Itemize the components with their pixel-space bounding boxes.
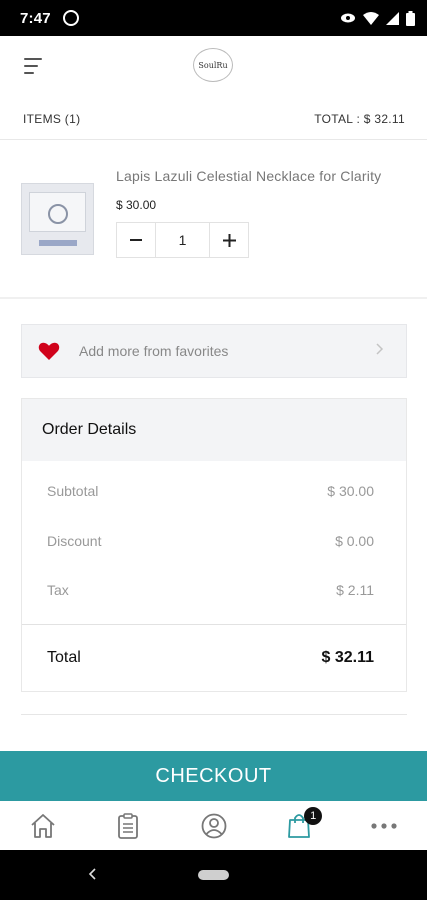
subtotal-label: Subtotal <box>47 483 99 499</box>
eye-icon <box>341 13 355 23</box>
bottom-tab-bar: 1 <box>0 801 427 850</box>
total-row: Total $ 32.11 <box>22 649 406 667</box>
plus-icon <box>222 233 236 247</box>
tab-cart[interactable]: 1 <box>256 801 341 850</box>
product-image[interactable] <box>21 183 94 255</box>
wifi-icon <box>363 11 379 25</box>
checkout-button[interactable]: CHECKOUT <box>0 751 427 801</box>
home-icon <box>31 813 55 838</box>
increase-quantity-button[interactable] <box>210 223 248 257</box>
items-count: ITEMS (1) <box>23 111 81 126</box>
total-label: Total <box>47 649 81 666</box>
product-name[interactable]: Lapis Lazuli Celestial Necklace for Clar… <box>116 168 381 184</box>
favorites-label: Add more from favorites <box>79 343 229 359</box>
whatsapp-icon <box>62 10 79 26</box>
order-details-card: Order Details Subtotal $ 30.00 Discount … <box>21 398 407 692</box>
order-details-title: Order Details <box>22 399 406 461</box>
menu-icon[interactable] <box>24 56 46 76</box>
app-bar: SoulRu <box>0 36 427 98</box>
product-price: $ 30.00 <box>116 198 157 212</box>
account-icon <box>201 813 226 838</box>
minus-icon <box>130 239 142 241</box>
battery-icon <box>406 10 415 26</box>
quantity-value: 1 <box>155 223 210 257</box>
discount-label: Discount <box>47 533 102 549</box>
add-from-favorites-button[interactable]: Add more from favorites <box>21 324 407 378</box>
signal-icon <box>386 11 399 25</box>
tax-value: $ 2.11 <box>336 582 374 598</box>
discount-value: $ 0.00 <box>335 533 374 549</box>
cart-badge: 1 <box>304 807 323 825</box>
subtotal-row: Subtotal $ 30.00 <box>22 483 406 499</box>
tab-account[interactable] <box>171 801 256 850</box>
status-icons <box>340 10 415 26</box>
heart-icon <box>38 342 60 360</box>
brand-logo: SoulRu <box>193 48 233 82</box>
tab-home[interactable] <box>0 801 85 850</box>
cart-summary: ITEMS (1) TOTAL : $ 32.11 <box>0 98 427 140</box>
cart-total: TOTAL : $ 32.11 <box>314 111 405 126</box>
back-icon[interactable] <box>88 864 96 885</box>
cart-item: Lapis Lazuli Celestial Necklace for Clar… <box>0 141 427 299</box>
decrease-quantity-button[interactable] <box>117 223 155 257</box>
system-nav-bar <box>0 850 427 900</box>
order-divider <box>22 624 406 625</box>
tax-row: Tax $ 2.11 <box>22 582 406 598</box>
tab-orders[interactable] <box>85 801 170 850</box>
discount-row: Discount $ 0.00 <box>22 533 406 549</box>
chevron-right-icon <box>376 342 384 360</box>
home-pill[interactable] <box>198 870 229 880</box>
more-icon <box>371 822 397 829</box>
section-divider <box>21 714 407 715</box>
total-value: $ 32.11 <box>321 649 375 666</box>
subtotal-value: $ 30.00 <box>327 483 374 499</box>
logo-text: SoulRu <box>198 60 228 70</box>
orders-icon <box>118 812 139 839</box>
status-time: 7:47 <box>20 9 51 27</box>
quantity-stepper: 1 <box>116 222 249 258</box>
tax-label: Tax <box>47 582 69 598</box>
status-bar: 7:47 <box>0 0 427 36</box>
tab-more[interactable] <box>342 801 427 850</box>
